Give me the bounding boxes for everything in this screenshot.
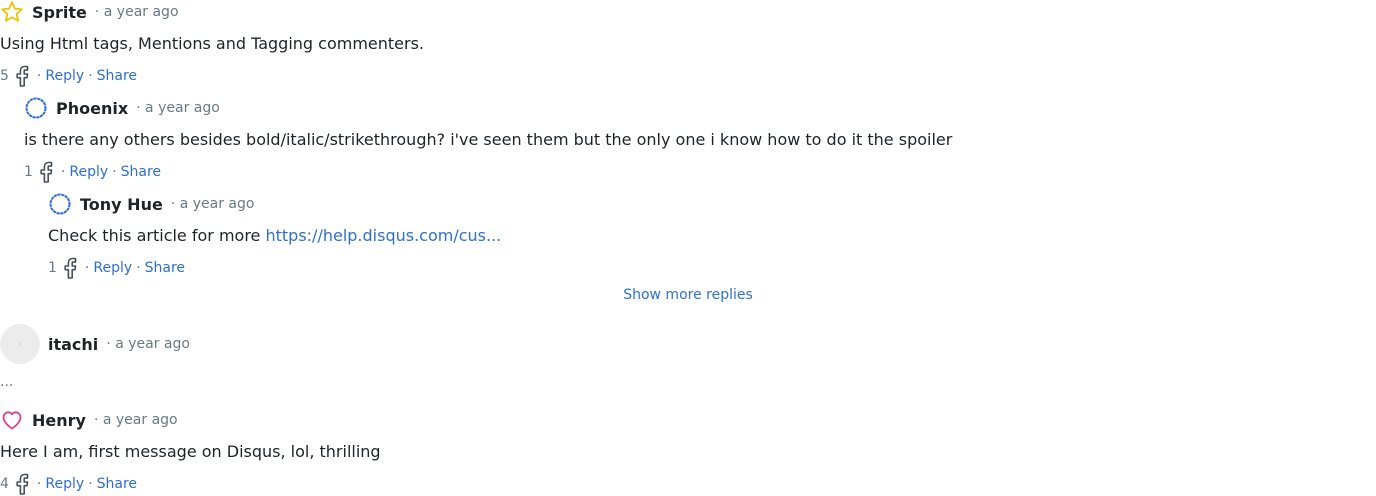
- facebook-icon[interactable]: [39, 161, 53, 183]
- like-count: 5: [0, 68, 9, 84]
- facebook-icon[interactable]: [15, 473, 29, 495]
- comment-actions: 4 · Reply · Share: [0, 472, 137, 496]
- facebook-icon[interactable]: [15, 65, 29, 87]
- separator: ·: [36, 476, 42, 492]
- heart-icon: [0, 408, 24, 432]
- separator: ·: [84, 260, 90, 276]
- like-count: 4: [0, 476, 9, 492]
- separator: ·: [36, 68, 42, 84]
- like-count: 1: [24, 164, 33, 180]
- separator: ·: [88, 476, 93, 492]
- share-button[interactable]: Share: [97, 476, 137, 492]
- avatar[interactable]: [0, 324, 40, 364]
- separator: ·: [136, 260, 141, 276]
- comment-text: Using Html tags, Mentions and Tagging co…: [0, 34, 425, 53]
- author-name[interactable]: itachi: [48, 335, 98, 354]
- timestamp[interactable]: · a year ago: [95, 4, 179, 20]
- comment-text-content: Check this article for more: [48, 226, 266, 245]
- reply-button[interactable]: Reply: [93, 260, 132, 276]
- separator: ·: [60, 164, 66, 180]
- comment-header: Henry · a year ago: [0, 408, 178, 432]
- comment-thread: Sprite · a year ago Using Html tags, Men…: [0, 0, 1376, 496]
- timestamp[interactable]: · a year ago: [171, 196, 255, 212]
- timestamp[interactable]: · a year ago: [136, 100, 220, 116]
- comment-actions: 5 · Reply · Share: [0, 64, 137, 88]
- separator: ·: [112, 164, 117, 180]
- separator: ·: [88, 68, 93, 84]
- reply-button[interactable]: Reply: [45, 68, 84, 84]
- share-button[interactable]: Share: [121, 164, 161, 180]
- comment-link[interactable]: https://help.disqus.com/cus...: [265, 226, 501, 245]
- moderator-badge-icon: [24, 96, 48, 120]
- comment-header: itachi · a year ago: [0, 324, 190, 364]
- comment-actions: 1 · Reply · Share: [48, 256, 185, 280]
- comment-text: Here I am, first message on Disqus, lol,…: [0, 442, 381, 461]
- moderator-badge-icon: [48, 192, 72, 216]
- like-count: 1: [48, 260, 57, 276]
- timestamp[interactable]: · a year ago: [94, 412, 178, 428]
- author-name[interactable]: Phoenix: [56, 99, 128, 118]
- comment-header: Sprite · a year ago: [0, 0, 179, 24]
- star-icon: [0, 0, 24, 24]
- show-more-replies-button[interactable]: Show more replies: [0, 287, 1376, 309]
- timestamp[interactable]: · a year ago: [106, 336, 190, 352]
- comment-text: Check this article for more https://help…: [48, 226, 501, 245]
- share-button[interactable]: Share: [97, 68, 137, 84]
- comment-text: ...: [0, 374, 14, 390]
- author-name[interactable]: Tony Hue: [80, 195, 163, 214]
- author-name[interactable]: Sprite: [32, 3, 87, 22]
- comment-text: is there any others besides bold/italic/…: [24, 130, 953, 149]
- reply-button[interactable]: Reply: [45, 476, 84, 492]
- comment-header: Tony Hue · a year ago: [48, 192, 254, 216]
- comment-header: Phoenix · a year ago: [24, 96, 220, 120]
- facebook-icon[interactable]: [63, 257, 77, 279]
- author-name[interactable]: Henry: [32, 411, 86, 430]
- reply-button[interactable]: Reply: [69, 164, 108, 180]
- comment-actions: 1 · Reply · Share: [24, 160, 161, 184]
- share-button[interactable]: Share: [145, 260, 185, 276]
